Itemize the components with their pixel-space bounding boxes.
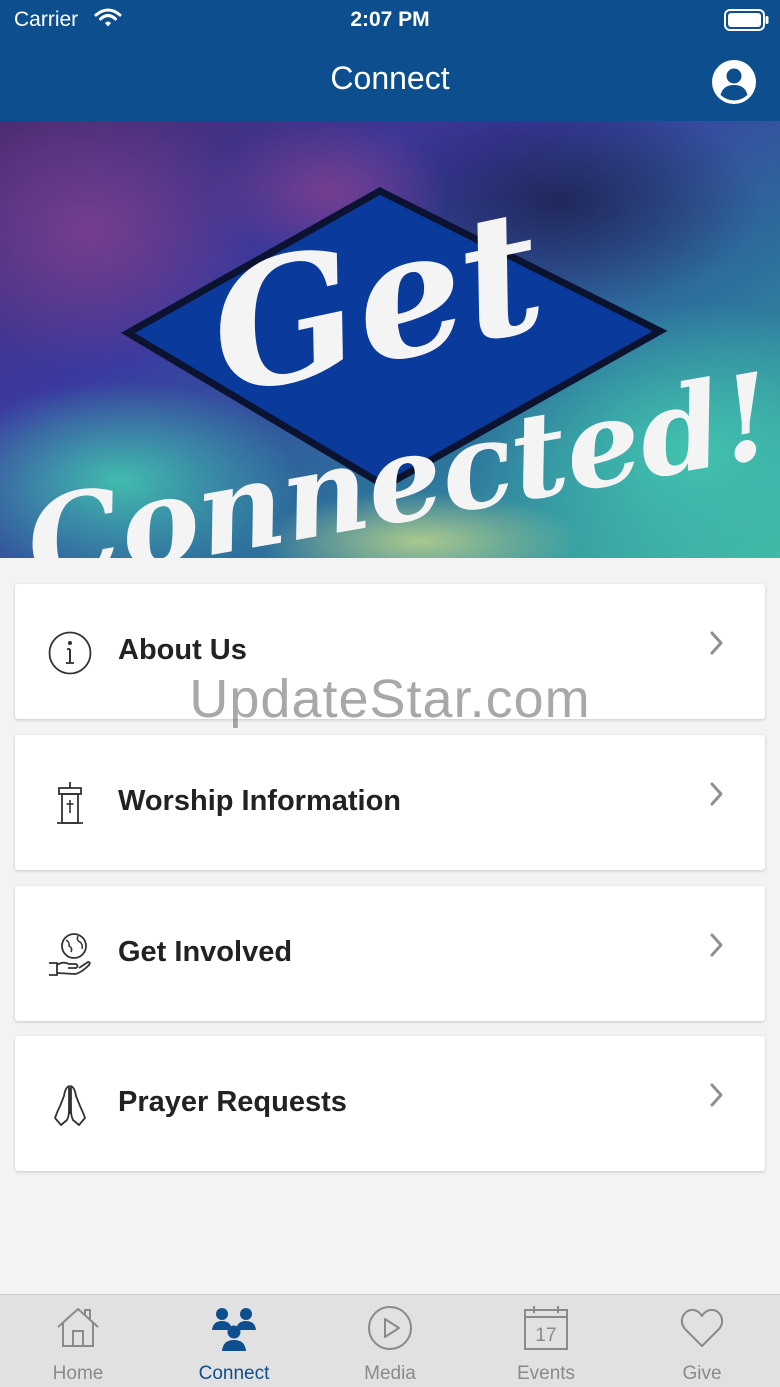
play-icon [366, 1304, 414, 1357]
user-circle-icon [712, 60, 756, 104]
battery-icon [724, 9, 770, 36]
tab-media[interactable]: Media [312, 1295, 468, 1387]
hero-banner: Get Connected! [0, 121, 780, 558]
tab-label: Home [52, 1363, 104, 1384]
nav-bar: Connect [0, 40, 780, 121]
profile-button[interactable] [711, 59, 757, 105]
menu-item-label: Prayer Requests [118, 1086, 347, 1118]
tab-home[interactable]: Home [0, 1295, 156, 1387]
heart-icon [678, 1304, 726, 1357]
tab-bar: Home Connect Media 17 Events Give [0, 1294, 780, 1387]
info-icon [45, 628, 95, 678]
people-icon [209, 1304, 259, 1359]
chevron-right-icon [709, 932, 725, 963]
globe-hand-icon [45, 930, 95, 980]
tab-label: Events [516, 1363, 576, 1384]
menu-item-prayer-requests[interactable]: Prayer Requests [15, 1036, 765, 1171]
home-icon [54, 1304, 102, 1357]
page-title: Connect [330, 60, 450, 96]
chevron-right-icon [709, 630, 725, 661]
status-bar: Carrier 2:07 PM [0, 0, 780, 40]
menu-item-label: About Us [118, 634, 247, 666]
menu-item-label: Get Involved [118, 936, 293, 968]
chevron-right-icon [709, 781, 725, 812]
menu-item-get-involved[interactable]: Get Involved [15, 886, 765, 1021]
tab-events[interactable]: 17 Events [468, 1295, 624, 1387]
tab-label: Connect [198, 1363, 270, 1384]
praying-hands-icon [45, 1080, 95, 1130]
tab-give[interactable]: Give [624, 1295, 780, 1387]
status-time: 2:07 PM [350, 8, 430, 31]
chevron-right-icon [709, 1082, 725, 1113]
tab-label: Give [682, 1363, 722, 1384]
calendar-icon: 17 [522, 1304, 570, 1357]
tab-connect[interactable]: Connect [156, 1295, 312, 1387]
pulpit-icon [45, 779, 95, 829]
menu-item-about-us[interactable]: About Us [15, 584, 765, 719]
menu-item-label: Worship Information [118, 785, 402, 817]
calendar-day: 17 [535, 1325, 556, 1346]
tab-label: Media [364, 1363, 416, 1384]
menu-item-worship-information[interactable]: Worship Information [15, 735, 765, 870]
